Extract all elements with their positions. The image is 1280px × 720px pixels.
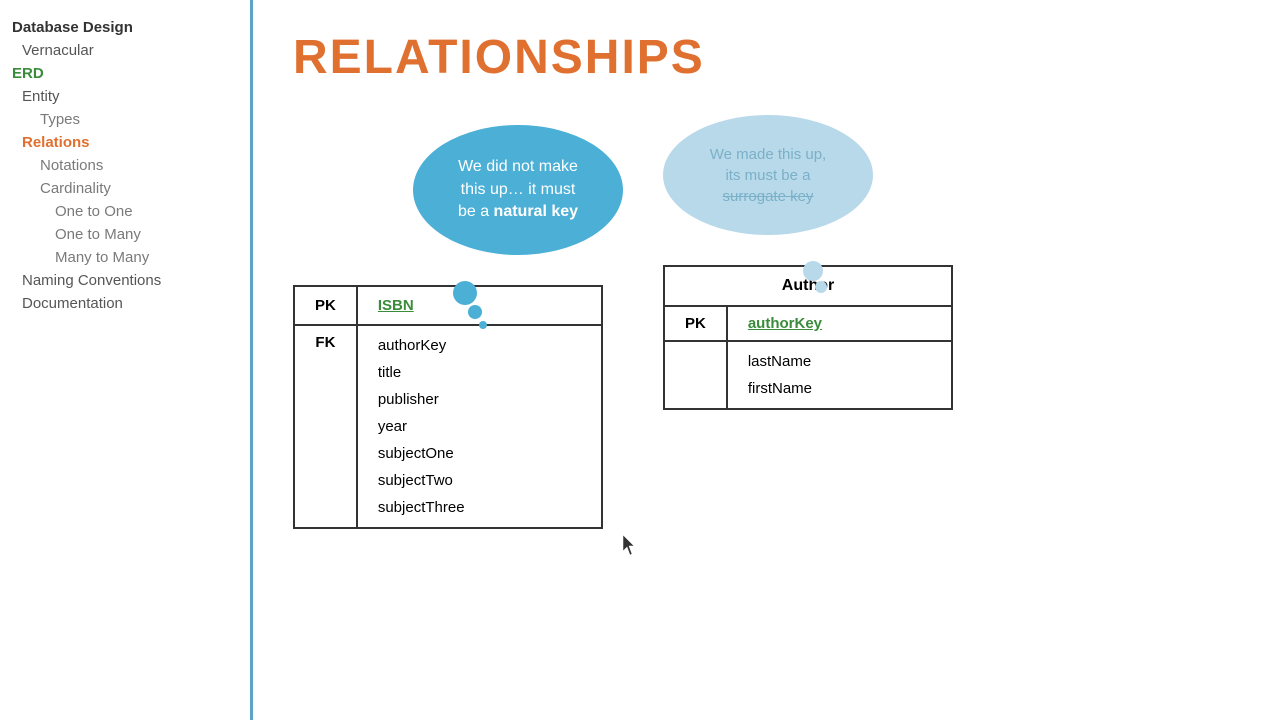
sidebar-item-entity[interactable]: Entity: [0, 85, 250, 108]
author-pk-row: PK authorKey: [664, 306, 952, 341]
field-title: title: [378, 359, 581, 386]
surrogate-tail-2: [815, 281, 827, 293]
main-content: RELATIONSHIPS We did not makethis up… it…: [253, 0, 1280, 720]
sidebar-item-many-to-many[interactable]: Many to Many: [0, 246, 250, 269]
book-table-container: We did not makethis up… it mustbe a natu…: [293, 135, 603, 529]
field-year: year: [378, 413, 581, 440]
field-authorkey: authorKey: [378, 332, 581, 359]
sidebar-item-notations[interactable]: Notations: [0, 154, 250, 177]
book-table-header: PK ISBN: [294, 286, 602, 325]
bubble-tail-1: [453, 281, 477, 305]
sidebar-item-one-to-one[interactable]: One to One: [0, 200, 250, 223]
bubble-tail-2: [468, 305, 482, 319]
natural-key-bubble: We did not makethis up… it mustbe a natu…: [413, 125, 623, 255]
sidebar-item-erd[interactable]: ERD: [0, 62, 250, 85]
author-table: Author PK authorKey lastName firstName: [663, 265, 953, 410]
sidebar-item-vernacular[interactable]: Vernacular: [0, 39, 250, 62]
sidebar-item-types[interactable]: Types: [0, 108, 250, 131]
author-table-container: We made this up,its must be asurrogate k…: [663, 115, 953, 410]
book-table: PK ISBN FK authorKey title publisher yea…: [293, 285, 603, 529]
bubble-natural-text: We did not makethis up… it mustbe a natu…: [458, 156, 578, 223]
field-lastname: lastName: [748, 348, 931, 375]
author-name-fields: lastName firstName: [727, 341, 952, 409]
page-title: RELATIONSHIPS: [293, 30, 1240, 85]
book-data-row: FK authorKey title publisher year subjec…: [294, 325, 602, 528]
sidebar-item-relations[interactable]: Relations: [0, 131, 250, 154]
field-subjecttwo: subjectTwo: [378, 467, 581, 494]
surrogate-key-bubble: We made this up,its must be asurrogate k…: [663, 115, 873, 235]
author-pk-label: PK: [664, 306, 727, 341]
content-area: We did not makethis up… it mustbe a natu…: [293, 115, 1240, 529]
bubble-surrogate-text: We made this up,its must be asurrogate k…: [710, 144, 826, 207]
sidebar-item-documentation[interactable]: Documentation: [0, 292, 250, 315]
book-fk-label: FK: [294, 325, 357, 528]
field-subjectone: subjectOne: [378, 440, 581, 467]
field-firstname: firstName: [748, 375, 931, 402]
sidebar: Database Design Vernacular ERD Entity Ty…: [0, 0, 253, 720]
author-empty-pk: [664, 341, 727, 409]
surrogate-tail-1: [803, 261, 823, 281]
field-subjectthree: subjectThree: [378, 494, 581, 521]
sidebar-item-naming-conventions[interactable]: Naming Conventions: [0, 269, 250, 292]
field-publisher: publisher: [378, 386, 581, 413]
surrogate-key-strikethrough: surrogate key: [723, 188, 814, 205]
book-isbn-label: ISBN: [357, 286, 602, 325]
natural-key-bold: natural key: [494, 203, 578, 220]
bubble-tail-3: [479, 321, 487, 329]
sidebar-item-database-design[interactable]: Database Design: [0, 16, 250, 39]
mouse-cursor: [623, 535, 639, 557]
book-fields: authorKey title publisher year subjectOn…: [357, 325, 602, 528]
author-data-row: lastName firstName: [664, 341, 952, 409]
author-pk-field: authorKey: [727, 306, 952, 341]
book-pk-label: PK: [294, 286, 357, 325]
sidebar-item-one-to-many[interactable]: One to Many: [0, 223, 250, 246]
sidebar-item-cardinality[interactable]: Cardinality: [0, 177, 250, 200]
